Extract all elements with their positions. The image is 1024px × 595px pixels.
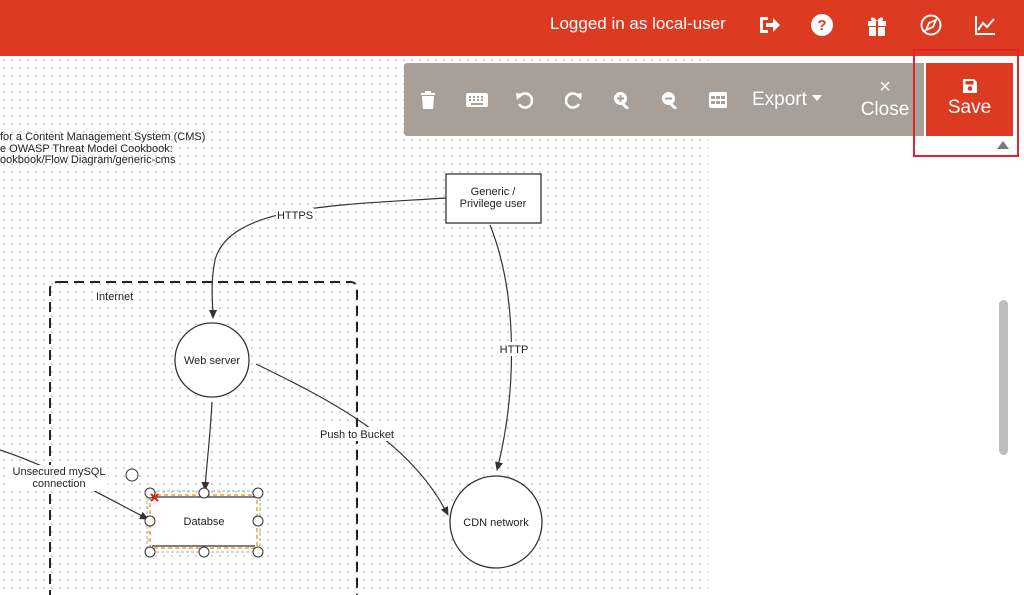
actor-label-line-2: Privilege user: [460, 198, 527, 210]
resize-handle-e[interactable]: [252, 515, 264, 527]
flow-webserver-to-database[interactable]: [201, 401, 213, 491]
help-icon[interactable]: ?: [809, 12, 835, 38]
caret-down-icon: [811, 95, 822, 101]
trust-boundary-label: Internet: [96, 291, 133, 303]
flow-mysql-label-line-1: Unsecured mySQL: [13, 466, 106, 478]
diagram-description-line-1: for a Content Management System (CMS): [0, 131, 205, 143]
flow-mysql-label-line-2: connection: [32, 478, 85, 490]
resize-handle-ne[interactable]: [252, 487, 264, 499]
threat-diagram[interactable]: for a Content Management System (CMS) e …: [0, 56, 708, 595]
close-icon: ×: [879, 76, 891, 98]
rotate-handle[interactable]: [125, 468, 139, 482]
close-label: Close: [860, 99, 910, 120]
diagram-canvas[interactable]: for a Content Management System (CMS) e …: [0, 56, 708, 595]
resize-handle-se[interactable]: [252, 546, 264, 558]
chart-line-icon[interactable]: [972, 12, 998, 38]
flow-https-label: HTTPS: [277, 210, 313, 222]
resize-handle-s[interactable]: [198, 546, 210, 558]
svg-text:?: ?: [817, 17, 826, 34]
logout-icon[interactable]: [757, 12, 783, 38]
gift-icon[interactable]: [864, 12, 890, 38]
resize-handle-n[interactable]: [198, 487, 210, 499]
diagram-description-line-3: ookbook/Flow Diagram/generic-cms: [0, 154, 176, 166]
resize-handle-w[interactable]: [144, 515, 156, 527]
keyboard-icon[interactable]: [462, 63, 492, 136]
close-button[interactable]: × Close: [852, 63, 918, 136]
resize-handle-sw[interactable]: [144, 546, 156, 558]
undo-icon[interactable]: [510, 63, 538, 136]
panel-scrollbar[interactable]: [999, 300, 1008, 455]
export-dropdown[interactable]: Export: [752, 63, 822, 136]
flow-https[interactable]: [208, 197, 447, 319]
compass-icon[interactable]: [918, 12, 944, 38]
grid-icon[interactable]: [704, 63, 732, 136]
logged-in-user-text: Logged in as local-user: [550, 14, 726, 33]
actor-label-line-1: Generic /: [471, 186, 517, 198]
collapse-toolbar-icon[interactable]: [997, 141, 1009, 149]
zoom-in-icon[interactable]: [608, 63, 636, 136]
flow-http-label: HTTP: [500, 344, 529, 356]
zoom-out-icon[interactable]: [656, 63, 684, 136]
export-label: Export: [752, 88, 807, 110]
cdn-network-label: CDN network: [463, 517, 529, 529]
top-header-bar: Logged in as local-user ?: [0, 0, 1024, 56]
database-label: Databse: [184, 516, 225, 528]
flow-push-label: Push to Bucket: [320, 429, 394, 441]
trash-icon[interactable]: [414, 63, 442, 136]
redo-icon[interactable]: [560, 63, 588, 136]
web-server-label: Web server: [184, 355, 240, 367]
